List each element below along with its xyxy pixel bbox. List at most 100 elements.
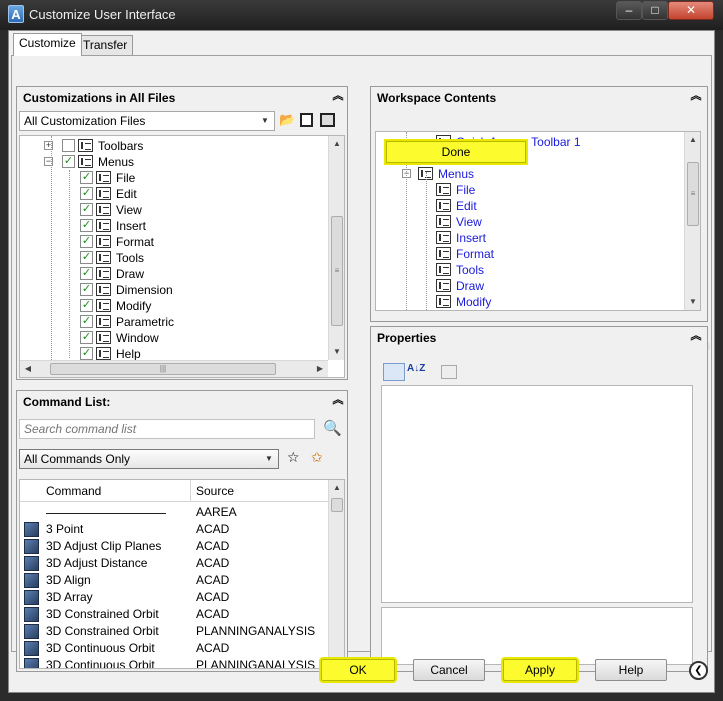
tree-node[interactable]: ✓ Edit <box>20 186 326 202</box>
workspace-node[interactable]: File <box>376 182 682 198</box>
workspace-node[interactable]: Insert <box>376 230 682 246</box>
tree-node-label: Draw <box>116 267 145 281</box>
ok-button[interactable]: OK <box>321 659 395 681</box>
tab-customize[interactable]: Customize <box>13 33 82 56</box>
scroll-up-arrow-icon[interactable]: ▲ <box>329 136 344 152</box>
close-button[interactable]: ✕ <box>668 1 714 20</box>
save-as-icon[interactable] <box>320 113 335 127</box>
collapse-pane-button[interactable]: ❮ <box>689 661 708 680</box>
property-grid[interactable] <box>381 385 693 603</box>
scroll-down-arrow-icon[interactable]: ▼ <box>685 294 700 310</box>
workspace-vertical-scrollbar[interactable]: ▲ ≡ ▼ <box>684 132 700 310</box>
table-row[interactable]: 3D Constrained Orbit ACAD <box>20 606 328 623</box>
tab-page: Customizations in All Files ︽ All Custom… <box>11 55 712 672</box>
table-row[interactable]: 3D Continuous Orbit ACAD <box>20 640 328 657</box>
command-icon <box>24 573 39 588</box>
command-filter-combo[interactable]: All Commands Only ▼ <box>19 449 279 469</box>
scroll-thumb[interactable] <box>331 498 343 512</box>
workspace-node[interactable]: View <box>376 214 682 230</box>
tree-node[interactable]: ✓ Tools <box>20 250 326 266</box>
scroll-left-arrow-icon[interactable]: ◀ <box>20 361 36 377</box>
categorized-view-icon[interactable] <box>383 363 405 381</box>
table-row[interactable]: 3D Continuous Orbit PLANNINGANALYSIS <box>20 657 328 668</box>
table-row[interactable]: 3D Array ACAD <box>20 589 328 606</box>
workspace-node[interactable]: Tools <box>376 262 682 278</box>
open-file-icon[interactable]: 📂 <box>279 112 295 128</box>
tree-node[interactable]: ✓ View <box>20 202 326 218</box>
command-table[interactable]: Command Source AAREA 3 Point ACAD 3D Adjust… <box>19 479 345 669</box>
title-bar[interactable]: A Customize User Interface – □ ✕ <box>0 0 723 30</box>
tree-checkbox[interactable]: ✓ <box>80 267 93 280</box>
customization-files-combo[interactable]: All Customization Files ▼ <box>19 111 275 131</box>
maximize-button[interactable]: □ <box>642 1 668 20</box>
menu-node-icon <box>96 251 111 264</box>
table-row[interactable]: 3D Adjust Clip Planes ACAD <box>20 538 328 555</box>
scroll-down-arrow-icon[interactable]: ▼ <box>329 344 344 360</box>
column-header-command[interactable]: Command <box>46 484 101 498</box>
tree-node[interactable]: ✓ Dimension <box>20 282 326 298</box>
tree-checkbox[interactable]: ✓ <box>80 347 93 360</box>
workspace-node[interactable]: Format <box>376 246 682 262</box>
search-icon[interactable]: 🔍 <box>323 419 342 439</box>
table-row[interactable]: 3D Align ACAD <box>20 572 328 589</box>
tree-checkbox[interactable] <box>62 139 75 152</box>
table-row[interactable]: 3D Constrained Orbit PLANNINGANALYSIS <box>20 623 328 640</box>
workspace-node[interactable]: Modify <box>376 294 682 310</box>
workspace-node[interactable]: Edit <box>376 198 682 214</box>
tree-node[interactable]: ✓ Draw <box>20 266 326 282</box>
tree-checkbox[interactable]: ✓ <box>80 171 93 184</box>
tree-checkbox[interactable]: ✓ <box>80 283 93 296</box>
scroll-right-arrow-icon[interactable]: ▶ <box>312 361 328 377</box>
scroll-up-arrow-icon[interactable]: ▲ <box>329 480 344 496</box>
help-button[interactable]: Help <box>595 659 667 681</box>
tree-node[interactable]: ✓ Parametric <box>20 314 326 330</box>
menu-node-icon <box>96 171 111 184</box>
tree-checkbox[interactable]: ✓ <box>80 219 93 232</box>
customizations-tree[interactable]: + Toolbars − ✓ Menus ✓ File ✓ Edit ✓ View ✓ Insert ✓ F… <box>19 135 345 378</box>
tree-checkbox[interactable]: ✓ <box>62 155 75 168</box>
tree-checkbox[interactable]: ✓ <box>80 331 93 344</box>
scroll-up-arrow-icon[interactable]: ▲ <box>685 132 700 148</box>
tree-checkbox[interactable]: ✓ <box>80 299 93 312</box>
tree-vertical-scrollbar[interactable]: ▲ ≡ ▼ <box>328 136 344 360</box>
alphabetical-sort-icon[interactable]: A↓Z <box>407 363 429 381</box>
tree-checkbox[interactable]: ✓ <box>80 235 93 248</box>
scroll-thumb[interactable]: ≡ <box>687 162 699 226</box>
tree-checkbox[interactable]: ✓ <box>80 203 93 216</box>
new-command-icon[interactable]: ✩ <box>311 449 329 467</box>
tab-transfer[interactable]: Transfer <box>77 35 134 55</box>
minimize-button[interactable]: – <box>616 1 642 20</box>
tree-horizontal-scrollbar[interactable]: ◀ ||| ▶ <box>20 360 328 377</box>
scroll-thumb[interactable]: ||| <box>50 363 276 375</box>
column-divider[interactable] <box>190 480 191 502</box>
collapse-chevron-icon[interactable]: ︽ <box>689 90 703 104</box>
tree-checkbox[interactable]: ✓ <box>80 315 93 328</box>
collapse-chevron-icon[interactable]: ︽ <box>331 90 345 104</box>
tree-node[interactable]: ✓ Window <box>20 330 326 346</box>
tree-checkbox[interactable]: ✓ <box>80 251 93 264</box>
tree-checkbox[interactable]: ✓ <box>80 187 93 200</box>
table-vertical-scrollbar[interactable]: ▲ ▼ <box>328 480 344 668</box>
table-row[interactable]: AAREA <box>20 504 328 521</box>
scroll-thumb[interactable]: ≡ <box>331 216 343 326</box>
collapse-chevron-icon[interactable]: ︽ <box>331 394 345 408</box>
tree-node[interactable]: ✓ Modify <box>20 298 326 314</box>
save-icon[interactable] <box>300 113 313 127</box>
tree-node[interactable]: ✓ Insert <box>20 218 326 234</box>
tree-node[interactable]: ✓ Format <box>20 234 326 250</box>
collapse-chevron-icon[interactable]: ︽ <box>689 330 703 344</box>
tree-node[interactable]: − ✓ Menus <box>20 154 326 170</box>
table-row[interactable]: 3 Point ACAD <box>20 521 328 538</box>
table-row[interactable]: 3D Adjust Distance ACAD <box>20 555 328 572</box>
workspace-node[interactable]: Draw <box>376 278 682 294</box>
tree-node[interactable]: + Toolbars <box>20 138 326 154</box>
search-command-input[interactable] <box>19 419 315 439</box>
apply-button[interactable]: Apply <box>503 659 577 681</box>
tree-node[interactable]: ✓ File <box>20 170 326 186</box>
property-pages-icon[interactable] <box>441 365 457 379</box>
workspace-node[interactable]: − Menus <box>376 166 682 182</box>
column-header-source[interactable]: Source <box>196 484 234 498</box>
done-button[interactable]: Done <box>386 141 526 163</box>
find-command-icon[interactable]: ☆ <box>287 449 305 467</box>
cancel-button[interactable]: Cancel <box>413 659 485 681</box>
